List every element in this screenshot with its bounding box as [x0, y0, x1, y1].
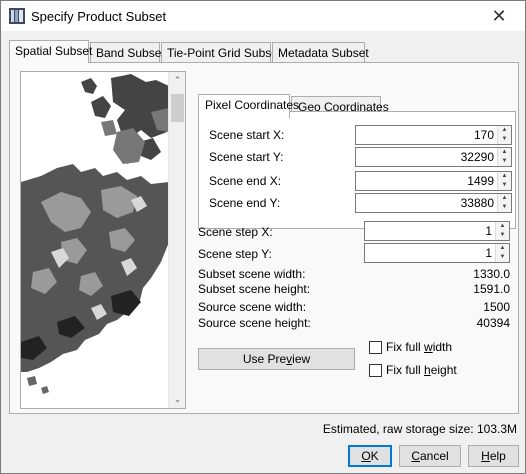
source-width-label: Source scene width: [198, 300, 307, 314]
spin-down-icon[interactable]: ▼ [496, 253, 509, 262]
scene-end-y-label: Scene end Y: [209, 196, 281, 210]
scene-end-y-spinner[interactable]: ▲▼ [355, 193, 512, 213]
source-height-label: Source scene height: [198, 316, 311, 330]
spin-down-icon[interactable]: ▼ [498, 203, 511, 212]
source-width-value: 1500 [483, 300, 510, 314]
scroll-thumb[interactable] [171, 94, 184, 122]
scroll-up-icon[interactable]: ⌃ [169, 72, 185, 89]
preview-scrollbar[interactable]: ⌃ ⌄ [168, 72, 185, 408]
window-title: Specify Product Subset [31, 9, 167, 24]
spin-down-icon[interactable]: ▼ [498, 157, 511, 166]
spin-down-icon[interactable]: ▼ [498, 135, 511, 144]
spin-up-icon[interactable]: ▲ [496, 244, 509, 253]
storage-size-label: Estimated, raw storage size: 103.3M [322, 422, 517, 436]
scene-end-y-input[interactable] [356, 194, 497, 212]
scene-end-x-input[interactable] [356, 172, 497, 190]
fix-full-width-checkbox[interactable] [369, 341, 382, 354]
fix-full-height-label: Fix full height [386, 363, 457, 377]
scene-start-x-spinner[interactable]: ▲▼ [355, 125, 512, 145]
scene-step-x-label: Scene step X: [198, 225, 273, 239]
tab-spatial-subset[interactable]: Spatial Subset [9, 40, 92, 63]
app-icon [9, 8, 25, 24]
scene-start-y-label: Scene start Y: [209, 150, 284, 164]
spin-up-icon[interactable]: ▲ [498, 194, 511, 203]
scene-end-x-label: Scene end X: [209, 174, 282, 188]
subset-height-value: 1591.0 [473, 282, 510, 296]
spin-down-icon[interactable]: ▼ [498, 181, 511, 190]
scene-start-y-input[interactable] [356, 148, 497, 166]
use-preview-button[interactable]: Use Preview [198, 348, 355, 370]
ok-button[interactable]: OK [348, 445, 392, 467]
spin-up-icon[interactable]: ▲ [498, 148, 511, 157]
tab-pixel-coordinates[interactable]: Pixel Coordinates [198, 94, 299, 118]
tab-band-subset[interactable]: Band Subset [90, 42, 165, 62]
help-button[interactable]: Help [468, 445, 519, 467]
cancel-button[interactable]: Cancel [399, 445, 461, 467]
scene-start-x-input[interactable] [356, 126, 497, 144]
scene-start-x-label: Scene start X: [209, 128, 285, 142]
tab-metadata-subset[interactable]: Metadata Subset [272, 42, 369, 62]
subset-width-label: Subset scene width: [198, 267, 306, 281]
spin-up-icon[interactable]: ▲ [498, 126, 511, 135]
thumbnail-preview[interactable]: ⌃ ⌄ [20, 71, 186, 409]
dialog-window: Specify Product Subset ✕ Spatial Subset … [0, 0, 526, 474]
thumbnail-image [21, 72, 169, 408]
fix-full-width-label: Fix full width [386, 340, 453, 354]
spin-up-icon[interactable]: ▲ [496, 222, 509, 231]
source-height-value: 40394 [476, 316, 510, 330]
scene-step-y-input[interactable] [365, 244, 495, 262]
scene-step-y-label: Scene step Y: [198, 247, 272, 261]
subset-height-label: Subset scene height: [198, 282, 311, 296]
spin-up-icon[interactable]: ▲ [498, 172, 511, 181]
scene-step-x-input[interactable] [365, 222, 495, 240]
scene-start-y-spinner[interactable]: ▲▼ [355, 147, 512, 167]
title-bar: Specify Product Subset ✕ [1, 1, 525, 31]
scene-step-x-spinner[interactable]: ▲▼ [364, 221, 510, 241]
spatial-subset-panel: ⌃ ⌄ Pixel Coordinates Geo Coordinates Sc… [9, 62, 519, 414]
pixel-coordinates-panel: Scene start X: Scene start Y: Scene end … [198, 111, 516, 229]
scene-end-x-spinner[interactable]: ▲▼ [355, 171, 512, 191]
tab-tie-point-grid-subset[interactable]: Tie-Point Grid Subset [161, 42, 281, 62]
close-icon[interactable]: ✕ [479, 3, 519, 29]
subset-width-value: 1330.0 [473, 267, 510, 281]
scene-step-y-spinner[interactable]: ▲▼ [364, 243, 510, 263]
fix-full-height-checkbox[interactable] [369, 364, 382, 377]
spin-down-icon[interactable]: ▼ [496, 231, 509, 240]
scroll-down-icon[interactable]: ⌄ [169, 391, 185, 408]
